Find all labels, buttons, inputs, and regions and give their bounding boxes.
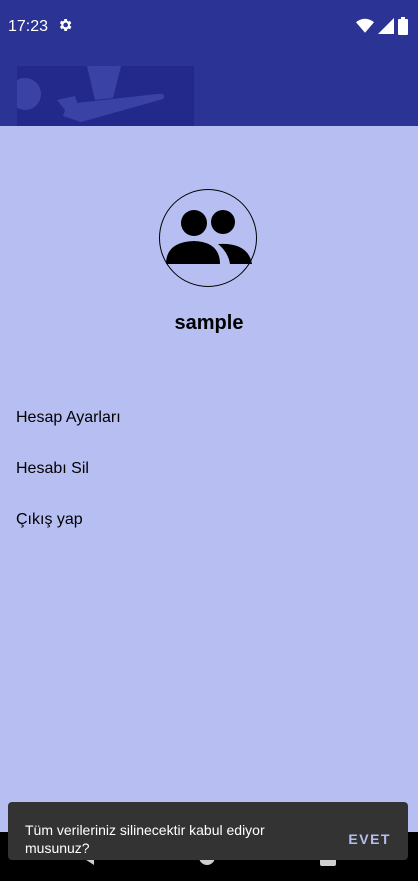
- airplane-takeoff-icon: [9, 66, 165, 122]
- snackbar-message: Tüm verileriniz silinecektir kabul ediyo…: [25, 822, 265, 856]
- logout-item[interactable]: Çıkış yap: [16, 511, 83, 529]
- account-settings-item[interactable]: Hesap Ayarları: [16, 409, 121, 427]
- battery-icon: [398, 17, 408, 35]
- app-header: [0, 52, 418, 126]
- header-banner: [9, 66, 194, 126]
- avatar[interactable]: [159, 189, 257, 287]
- cellular-signal-icon: [378, 18, 394, 34]
- snackbar: Tüm verileriniz silinecektir kabul ediyo…: [8, 802, 408, 860]
- status-bar: 17:23: [0, 0, 418, 52]
- gear-icon: [59, 19, 72, 31]
- wifi-icon: [356, 18, 374, 33]
- status-time: 17:23: [8, 18, 49, 35]
- group-icon: [166, 210, 252, 264]
- delete-account-item[interactable]: Hesabı Sil: [16, 460, 89, 478]
- snackbar-confirm-button[interactable]: EVET: [348, 831, 391, 847]
- username: sample: [174, 312, 244, 334]
